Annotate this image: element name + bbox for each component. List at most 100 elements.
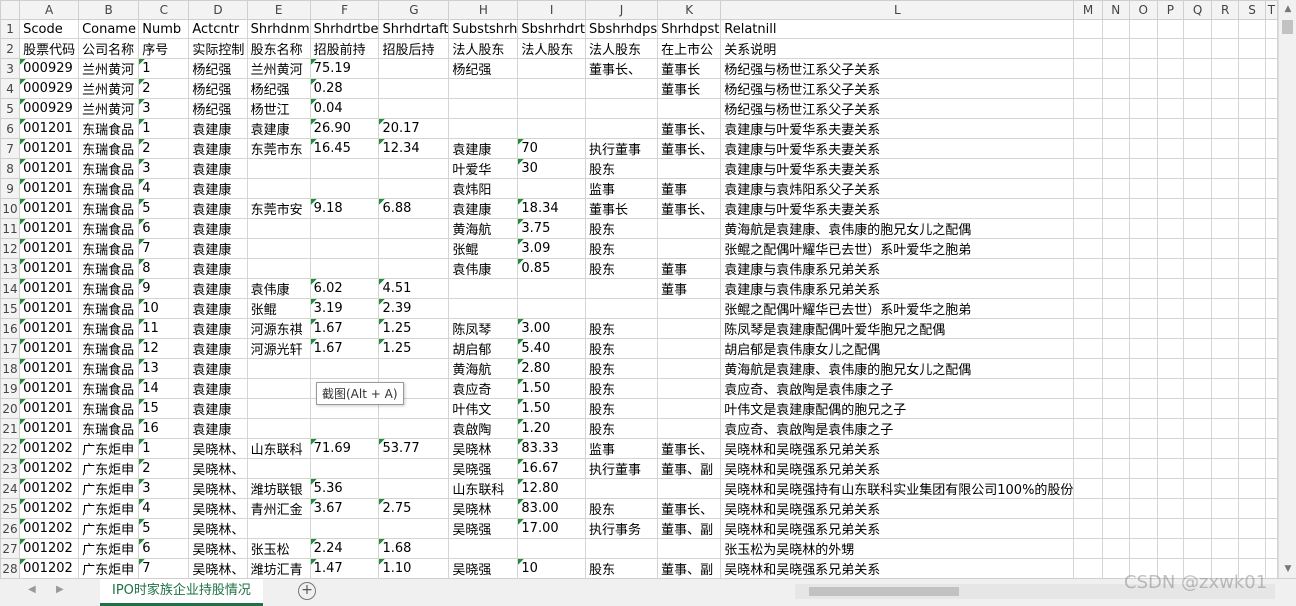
cell-r[interactable] (1210, 518, 1240, 539)
cell-s[interactable] (1238, 318, 1266, 339)
cell-h[interactable]: 黄海航 (448, 358, 519, 379)
cell-a[interactable]: Scode (19, 19, 80, 39)
cell-s[interactable] (1238, 258, 1266, 279)
cell-f[interactable]: Shrhdrtbe (309, 19, 380, 39)
cell-d[interactable]: 袁建康 (188, 298, 248, 319)
cell-c[interactable]: 8 (138, 258, 190, 279)
cell-i[interactable]: 18.34 (517, 198, 586, 219)
column-header-p[interactable]: P (1156, 0, 1185, 20)
cell-g[interactable]: 6.88 (378, 198, 450, 219)
cell-d[interactable]: 吴晓林、 (188, 478, 248, 499)
cell-k[interactable] (657, 158, 722, 179)
cell-r[interactable] (1210, 238, 1240, 259)
cell-m[interactable] (1073, 58, 1103, 79)
cell-q[interactable] (1183, 258, 1212, 279)
cell-c[interactable]: 9 (138, 278, 190, 299)
cell-l[interactable]: 吴晓林和吴晓强系兄弟关系 (720, 438, 1075, 459)
cell-i[interactable]: 17.00 (517, 518, 586, 539)
cell-h[interactable]: 吴晓强 (448, 458, 519, 479)
cell-c[interactable]: 3 (138, 98, 190, 119)
cell-k[interactable] (657, 358, 722, 379)
cell-n[interactable] (1101, 38, 1130, 59)
cell-o[interactable] (1128, 98, 1158, 119)
cell-f[interactable] (309, 238, 380, 259)
cell-r[interactable] (1210, 338, 1240, 359)
cell-h[interactable]: 吴晓强 (448, 558, 519, 578)
cell-d[interactable]: 杨纪强 (188, 98, 248, 119)
cell-k[interactable]: 董事长 (657, 78, 722, 99)
cell-t[interactable] (1264, 518, 1278, 539)
cell-g[interactable]: 53.77 (378, 438, 450, 459)
cell-j[interactable]: 股东 (584, 558, 659, 578)
cell-l[interactable]: 关系说明 (720, 38, 1075, 59)
cell-q[interactable] (1183, 78, 1212, 99)
cell-l[interactable]: 陈凤琴是袁建康配偶叶爱华胞兄之配偶 (720, 318, 1075, 339)
cell-e[interactable]: 袁建康 (246, 118, 311, 139)
cell-p[interactable] (1156, 398, 1185, 419)
cell-m[interactable] (1073, 458, 1103, 479)
cell-l[interactable]: 袁应奇、袁啟陶是袁伟康之子 (720, 418, 1075, 439)
cell-q[interactable] (1183, 198, 1212, 219)
cell-h[interactable]: 袁炜阳 (448, 178, 519, 199)
cell-a[interactable]: 001201 (19, 138, 80, 159)
cell-k[interactable] (657, 318, 722, 339)
cell-t[interactable] (1264, 178, 1278, 199)
cell-s[interactable] (1238, 518, 1266, 539)
cell-j[interactable]: 监事 (584, 438, 659, 459)
row-header[interactable]: 10 (0, 198, 21, 219)
cell-d[interactable]: 杨纪强 (188, 58, 248, 79)
cell-t[interactable] (1264, 58, 1278, 79)
row-header[interactable]: 12 (0, 238, 21, 259)
cell-k[interactable]: 董事、副 (657, 558, 722, 578)
cell-c[interactable]: 3 (138, 478, 190, 499)
cell-f[interactable]: 6.02 (309, 278, 380, 299)
cell-l[interactable]: 张玉松为吴晓林的外甥 (720, 538, 1075, 559)
cell-c[interactable]: 1 (138, 58, 190, 79)
cell-d[interactable]: 实际控制 (188, 38, 248, 59)
cell-q[interactable] (1183, 458, 1212, 479)
cell-h[interactable]: 袁建康 (448, 198, 519, 219)
cell-h[interactable]: 吴晓林 (448, 498, 519, 519)
cell-h[interactable] (448, 118, 519, 139)
cell-h[interactable]: 袁应奇 (448, 378, 519, 399)
row-header[interactable]: 4 (0, 78, 21, 99)
cell-m[interactable] (1073, 38, 1103, 59)
cell-i[interactable]: 3.09 (517, 238, 586, 259)
cell-c[interactable]: 6 (138, 218, 190, 239)
cell-r[interactable] (1210, 358, 1240, 379)
cell-k[interactable]: 董事 (657, 258, 722, 279)
cell-r[interactable] (1210, 418, 1240, 439)
cell-f[interactable]: 9.18 (309, 198, 380, 219)
cell-c[interactable]: 12 (138, 338, 190, 359)
cell-r[interactable] (1210, 38, 1240, 59)
cell-p[interactable] (1156, 538, 1185, 559)
cell-k[interactable] (657, 298, 722, 319)
row-header[interactable]: 2 (0, 38, 21, 59)
cell-g[interactable] (378, 478, 450, 499)
cell-a[interactable]: 001201 (19, 198, 80, 219)
cell-s[interactable] (1238, 38, 1266, 59)
cell-d[interactable]: 袁建康 (188, 198, 248, 219)
cell-m[interactable] (1073, 338, 1103, 359)
cell-g[interactable]: 4.51 (378, 278, 450, 299)
cell-t[interactable] (1264, 298, 1278, 319)
cell-c[interactable]: 3 (138, 158, 190, 179)
cell-o[interactable] (1128, 478, 1158, 499)
cell-a[interactable]: 001201 (19, 298, 80, 319)
cell-d[interactable]: 杨纪强 (188, 78, 248, 99)
cell-i[interactable]: 30 (517, 158, 586, 179)
cell-q[interactable] (1183, 218, 1212, 239)
cell-n[interactable] (1101, 358, 1130, 379)
spreadsheet-grid[interactable]: ABCDEFGHIJKLMNOPQRST 1 Scode Coname Numb Act… (0, 0, 1278, 578)
row-header[interactable]: 15 (0, 298, 21, 319)
vertical-scrollbar[interactable]: ▲ ▼ (1278, 0, 1296, 578)
cell-d[interactable]: 袁建康 (188, 398, 248, 419)
cell-i[interactable]: 3.75 (517, 218, 586, 239)
row-header[interactable]: 23 (0, 458, 21, 479)
cell-j[interactable]: 执行董事 (584, 138, 659, 159)
cell-e[interactable]: 河源光轩 (246, 338, 311, 359)
cell-q[interactable] (1183, 178, 1212, 199)
cell-r[interactable] (1210, 78, 1240, 99)
cell-r[interactable] (1210, 58, 1240, 79)
cell-p[interactable] (1156, 38, 1185, 59)
